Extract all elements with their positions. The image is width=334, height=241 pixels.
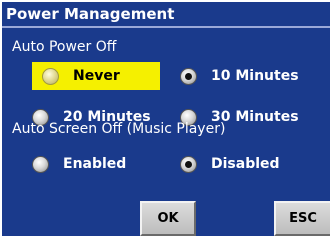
option-disabled[interactable]: Disabled — [170, 150, 315, 178]
radio-never-icon — [42, 67, 59, 85]
ok-button[interactable]: OK — [140, 201, 196, 236]
option-10-minutes[interactable]: 10 Minutes — [170, 62, 315, 90]
option-enabled-label: Enabled — [63, 156, 127, 172]
option-10-minutes-label: 10 Minutes — [211, 68, 299, 84]
auto-power-off-heading: Auto Power Off — [12, 39, 117, 55]
device-screen: Power Management Auto Power Off Never 10… — [0, 0, 334, 241]
window-title: Power Management — [6, 5, 175, 23]
esc-button[interactable]: ESC — [274, 201, 330, 236]
title-bar: Power Management — [2, 2, 330, 28]
auto-screen-off-heading: Auto Screen Off (Music Player) — [12, 121, 226, 137]
option-never[interactable]: Never — [32, 62, 160, 90]
radio-disabled-icon — [180, 155, 197, 173]
option-enabled[interactable]: Enabled — [22, 150, 167, 178]
option-never-label: Never — [73, 68, 120, 84]
radio-10-minutes-icon — [180, 67, 197, 85]
radio-enabled-icon — [32, 155, 49, 173]
power-management-panel: Power Management Auto Power Off Never 10… — [2, 2, 330, 236]
option-disabled-label: Disabled — [211, 156, 280, 172]
